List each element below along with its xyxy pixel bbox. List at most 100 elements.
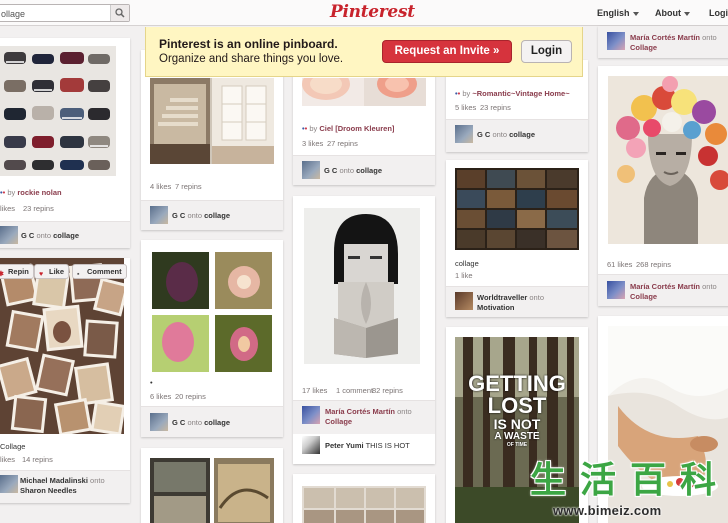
avatar[interactable] — [455, 292, 473, 310]
pinner-name[interactable]: María Cortés Martín — [630, 33, 700, 42]
pinner-name[interactable]: G C — [477, 130, 490, 139]
pin-image[interactable] — [150, 458, 274, 523]
pin-attribution: María Cortés Martín onto Collage — [293, 400, 435, 434]
pin-image[interactable] — [302, 78, 426, 106]
pin-card[interactable]: collage 1 like Worldtraveller onto Motiv… — [446, 160, 588, 317]
chevron-down-icon — [684, 11, 690, 16]
pinner-name[interactable]: Michael Madalinski — [20, 476, 88, 485]
repin-count: 23 repins — [23, 204, 54, 213]
board-link[interactable]: Motivation — [477, 303, 515, 312]
board-link[interactable]: Collage — [325, 417, 352, 426]
repin-count: 14 repins — [22, 455, 53, 464]
pin-card[interactable]: •• by Ciel [Droom Kleuren] 3 likes 27 re… — [293, 60, 435, 185]
pinner-name[interactable]: María Cortés Martín — [325, 407, 395, 416]
search-button[interactable] — [110, 5, 129, 21]
pin-card[interactable]: •• by rockie nolan likes 23 repins G C o… — [0, 38, 130, 248]
pin-card[interactable]: ✱ Repin ♥ Like ▪ Comment Collage likes 14 r… — [0, 258, 130, 503]
watermark-char: 科 — [679, 460, 716, 501]
login-button[interactable]: Login — [521, 40, 572, 63]
commenter-name[interactable]: Peter Yumi — [325, 441, 364, 450]
nav-language[interactable]: English — [597, 8, 639, 18]
pin-image[interactable] — [0, 258, 124, 434]
pin-image[interactable] — [150, 78, 274, 164]
avatar[interactable] — [150, 206, 168, 224]
source-user-link[interactable]: ~Romantic~Vintage Home~ — [472, 89, 569, 98]
pin-source: •• by ~Romantic~Vintage Home~ — [455, 89, 570, 98]
nav-login[interactable]: Logi — [709, 8, 728, 18]
pin-image[interactable] — [304, 208, 420, 364]
board-link[interactable]: collage — [53, 231, 79, 240]
pin-card[interactable] — [293, 474, 435, 523]
source-user-link[interactable]: Ciel [Droom Kleuren] — [319, 124, 394, 133]
search-box[interactable] — [0, 4, 130, 22]
pin-card[interactable] — [141, 448, 283, 523]
top-bar: Pinterest English About Logi — [0, 0, 728, 26]
comment-icon: ▪ — [77, 271, 80, 278]
watermark-url: www.bimeiz.com — [553, 503, 662, 518]
signup-banner: Pinterest is an online pinboard. Organiz… — [145, 27, 583, 77]
comment-button[interactable]: ▪ Comment — [72, 264, 127, 279]
pin-attribution: G C onto collage — [141, 406, 283, 437]
request-invite-button[interactable]: Request an Invite » — [382, 40, 512, 63]
avatar[interactable] — [455, 125, 473, 143]
pinner-name[interactable]: G C — [21, 231, 34, 240]
board-link[interactable]: collage — [204, 211, 230, 220]
board-link[interactable]: Collage — [630, 292, 657, 301]
pin-card[interactable]: 61 likes 268 repins María Cortés Martín … — [598, 66, 728, 306]
pin-description: collage — [455, 259, 479, 268]
watermark-char: 生 — [529, 460, 566, 501]
pinterest-logo[interactable]: Pinterest — [330, 2, 415, 22]
repin-count: 23 repins — [480, 103, 511, 112]
pin-image[interactable] — [302, 486, 426, 523]
board-link[interactable]: Sharon Needles — [20, 486, 77, 495]
avatar[interactable] — [302, 406, 320, 424]
poster-text-line: GETTING — [468, 371, 566, 396]
pin-attribution: G C onto collage — [293, 155, 435, 185]
avatar[interactable] — [302, 161, 320, 179]
nav-about[interactable]: About — [655, 8, 690, 18]
pinner-name[interactable]: Worldtraveller — [477, 293, 527, 302]
like-count: 6 likes — [150, 392, 172, 401]
repin-count: 7 repins — [175, 182, 202, 191]
like-count: 1 like — [455, 271, 473, 280]
pin-description: • — [150, 378, 153, 387]
avatar[interactable] — [607, 281, 625, 299]
pinner-name[interactable]: María Cortés Martín — [630, 282, 700, 291]
banner-title: Pinterest is an online pinboard. — [159, 37, 338, 51]
board-link[interactable]: Collage — [630, 43, 657, 52]
source-user-link[interactable]: rockie nolan — [17, 188, 61, 197]
like-count: likes — [0, 204, 16, 213]
pin-attribution: G C onto collage — [0, 221, 130, 248]
pinner-name[interactable]: G C — [172, 211, 185, 220]
watermark-char: 活 — [579, 460, 616, 501]
pin-image[interactable] — [455, 168, 579, 250]
commenter-avatar[interactable] — [302, 436, 320, 454]
pinner-name[interactable]: G C — [324, 166, 337, 175]
watermark: 生 活 百 科 www.bimeiz.com — [527, 462, 728, 523]
avatar[interactable] — [150, 413, 168, 431]
poster-text-line: LOST — [487, 393, 547, 418]
board-link[interactable]: collage — [356, 166, 382, 175]
pin-comment: Peter Yumi THIS IS HOT — [325, 441, 410, 450]
search-input[interactable] — [1, 7, 109, 20]
like-count: 17 likes — [302, 386, 328, 395]
board-link[interactable]: collage — [204, 418, 230, 427]
pin-image[interactable] — [608, 76, 728, 244]
pin-image[interactable] — [0, 46, 116, 176]
pin-card[interactable]: 4 likes 7 repins G C onto collage — [141, 50, 283, 230]
like-button[interactable]: ♥ Like — [34, 264, 70, 279]
board-link[interactable]: collage — [509, 130, 535, 139]
pin-source: •• by Ciel [Droom Kleuren] — [302, 124, 395, 133]
pin-card[interactable]: María Cortés Martín onto Collage — [598, 26, 728, 58]
avatar[interactable] — [0, 475, 18, 493]
pin-card[interactable]: 17 likes 1 comment 82 repins María Corté… — [293, 196, 435, 464]
pin-icon: ✱ — [0, 271, 4, 278]
heart-icon: ♥ — [39, 271, 44, 278]
avatar[interactable] — [607, 32, 625, 50]
pin-card[interactable]: • 6 likes 20 repins G C onto collage — [141, 240, 283, 437]
pin-source: •• by rockie nolan — [0, 188, 62, 197]
pinner-name[interactable]: G C — [172, 418, 185, 427]
avatar[interactable] — [0, 226, 18, 244]
repin-button[interactable]: ✱ Repin — [0, 264, 34, 279]
pin-image[interactable] — [152, 252, 272, 372]
